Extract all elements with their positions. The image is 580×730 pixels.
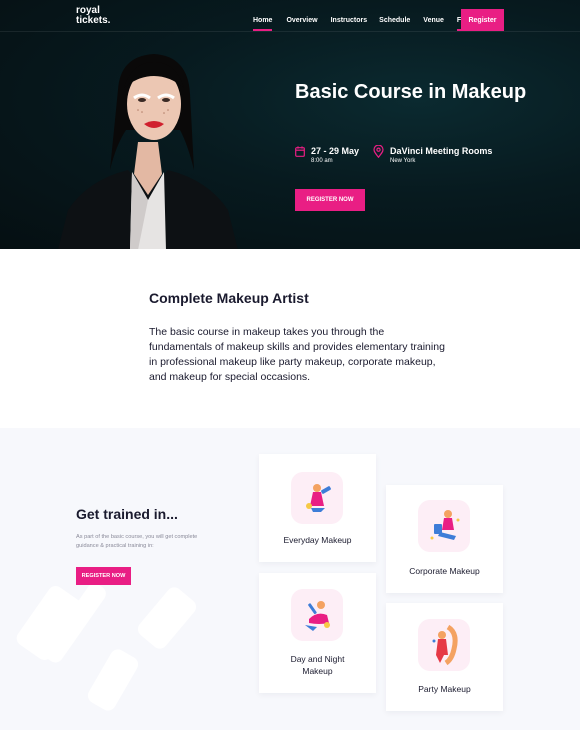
course-card-corporate-makeup[interactable]: Corporate Makeup	[386, 485, 503, 593]
decorative-brush-stroke	[134, 584, 200, 652]
course-card-label: Corporate Makeup	[409, 566, 480, 576]
party-makeup-illustration-icon	[418, 619, 470, 671]
course-card-everyday-makeup[interactable]: Everyday Makeup	[259, 454, 376, 562]
event-city: New York	[390, 158, 416, 164]
course-card-label: Everyday Makeup	[283, 535, 352, 545]
event-date: 27 - 29 May	[311, 146, 360, 156]
course-card-label: Party Makeup	[418, 684, 471, 694]
course-card-day-night-makeup[interactable]: Day and Night Makeup	[259, 573, 376, 693]
nav-item-schedule[interactable]: Schedule	[379, 9, 410, 31]
day-night-makeup-illustration-icon	[291, 589, 343, 641]
brand-logo-line2: tickets.	[76, 15, 111, 26]
register-button[interactable]: Register	[461, 9, 504, 31]
everyday-makeup-illustration-icon	[291, 472, 343, 524]
event-time: 8:00 am	[311, 158, 333, 164]
hero-section: royal tickets. Home Overview Instructors…	[0, 0, 580, 249]
course-card-party-makeup[interactable]: Party Makeup	[386, 603, 503, 711]
main-nav: Home Overview Instructors Schedule Venue…	[245, 9, 472, 31]
event-venue: DaVinci Meeting Rooms	[390, 146, 493, 156]
nav-divider	[0, 31, 580, 32]
nav-item-instructors[interactable]: Instructors	[331, 9, 368, 31]
hero-register-now-button[interactable]: REGISTER NOW	[295, 189, 365, 211]
corporate-makeup-illustration-icon	[418, 500, 470, 552]
about-text: The basic course in makeup takes you thr…	[149, 326, 445, 383]
hero-title: Basic Course in Makeup	[295, 81, 527, 103]
course-card-label: Day and Night Makeup	[290, 654, 345, 676]
trained-subtitle: As part of the basic course, you will ge…	[76, 534, 198, 549]
trained-register-now-button[interactable]: REGISTER NOW	[76, 567, 131, 585]
location-pin-icon	[373, 145, 384, 158]
nav-item-overview[interactable]: Overview	[286, 9, 317, 31]
brand-logo[interactable]: royal tickets.	[76, 6, 110, 26]
nav-item-venue[interactable]: Venue	[423, 9, 444, 31]
nav-item-home[interactable]: Home	[253, 9, 273, 31]
calendar-icon	[295, 146, 305, 157]
portrait-image	[58, 54, 238, 249]
trained-title: Get trained in...	[76, 506, 178, 522]
about-title: Complete Makeup Artist	[149, 290, 309, 306]
decorative-brush-stroke	[85, 646, 141, 714]
